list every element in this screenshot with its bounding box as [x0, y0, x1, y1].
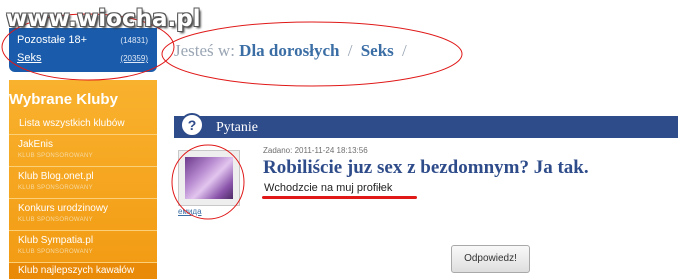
- club-sponsored-label: KLUB SPONSOROWANY: [18, 185, 93, 191]
- clubs-title: Wybrane Kluby: [9, 91, 118, 108]
- club-name: Klub Blog.onet.pl: [18, 171, 94, 182]
- all-clubs-link[interactable]: Lista wszystkich klubów: [19, 118, 125, 129]
- category-count: (20359): [120, 54, 148, 63]
- club-name: JakEnis: [18, 139, 54, 150]
- section-title: Pytanie: [216, 120, 258, 135]
- avatar-image: [185, 157, 233, 199]
- category-item-pozostale[interactable]: Pozostałe 18+ (14831): [17, 34, 152, 46]
- club-sponsored-label: KLUB SPONSOROWANY: [18, 217, 93, 223]
- club-sponsored-label: KLUB SPONSOROWANY: [18, 249, 93, 255]
- club-item[interactable]: Konkurs urodzinowy KLUB SPONSOROWANY: [9, 198, 157, 230]
- club-name: Klub Sympatia.pl: [18, 235, 94, 246]
- answer-button[interactable]: Odpowiedz!: [451, 245, 530, 273]
- breadcrumb-link-seks[interactable]: Seks: [361, 41, 394, 60]
- site-watermark: www.wiocha.pl: [6, 6, 201, 32]
- question-icon: ?: [180, 113, 204, 137]
- avatar[interactable]: [178, 150, 240, 206]
- club-item[interactable]: JakEnis KLUB SPONSOROWANY: [9, 134, 157, 166]
- club-name: Konkurs urodzinowy: [18, 203, 109, 214]
- author-link[interactable]: емида: [178, 207, 202, 216]
- category-label: Pozostałe 18+: [17, 34, 88, 46]
- club-name: Klub najlepszych kawałów: [18, 265, 135, 276]
- category-label: Seks: [17, 52, 42, 64]
- breadcrumb-separator: /: [347, 41, 353, 60]
- club-item[interactable]: Klub Blog.onet.pl KLUB SPONSOROWANY: [9, 166, 157, 198]
- club-sponsored-label: KLUB SPONSOROWANY: [18, 153, 93, 159]
- question-body: Wchodzcie na muj profiłek: [264, 182, 393, 194]
- category-item-seks[interactable]: Seks (20359): [17, 52, 152, 64]
- red-underline-annotation: [262, 196, 417, 199]
- breadcrumb-prefix: Jesteś w:: [174, 41, 235, 60]
- category-count: (14831): [120, 36, 148, 45]
- question-date: Zadano: 2011-11-24 18:13:56: [263, 146, 368, 155]
- breadcrumb-separator: /: [402, 41, 407, 60]
- club-item-last[interactable]: Klub najlepszych kawałów: [9, 262, 157, 279]
- club-item[interactable]: Klub Sympatia.pl KLUB SPONSOROWANY: [9, 230, 157, 262]
- breadcrumb: Jesteś w: Dla dorosłych / Seks /: [174, 41, 411, 61]
- breadcrumb-link-dla-doroslych[interactable]: Dla dorosłych: [239, 41, 339, 60]
- question-title: Robiliście juz sex z bezdomnym? Ja tak.: [263, 157, 589, 178]
